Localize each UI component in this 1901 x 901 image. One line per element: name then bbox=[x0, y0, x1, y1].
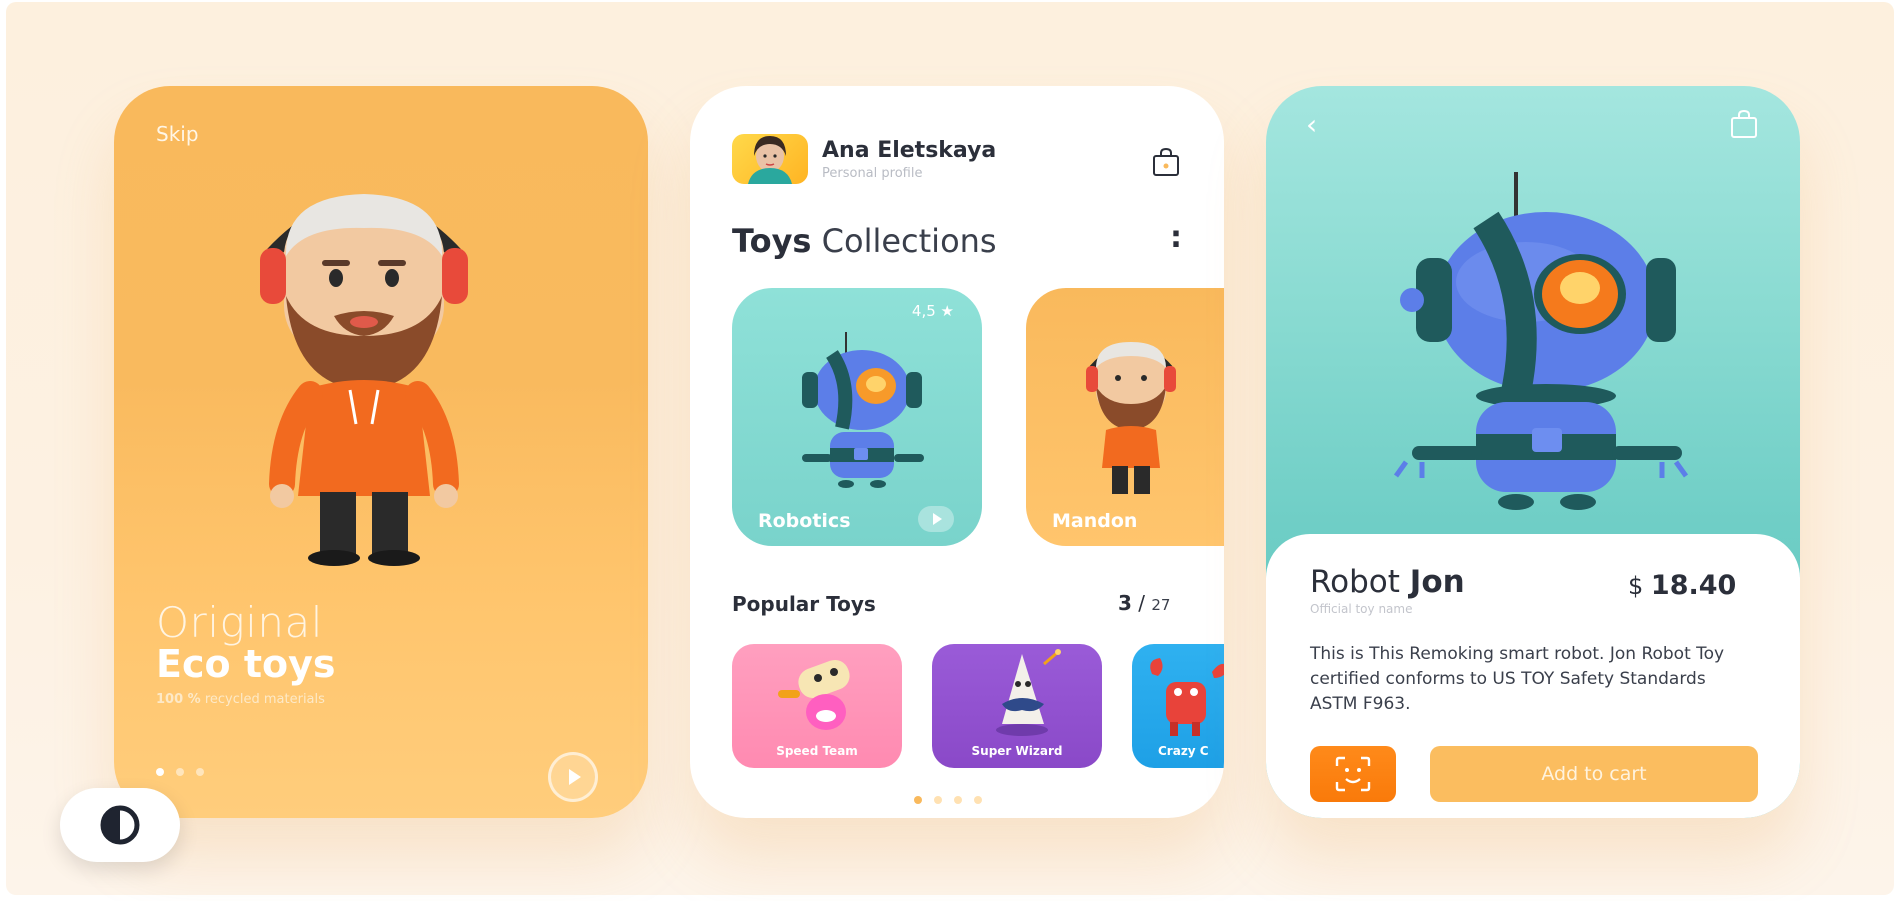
bearded-toy-figure bbox=[260, 194, 468, 566]
showcase-canvas: Skip Original Eco toys 100 % recycled ma… bbox=[6, 2, 1894, 895]
wizard-toy-image bbox=[996, 649, 1061, 736]
toy-card-speed-team[interactable]: Speed Team bbox=[732, 644, 902, 768]
page-dot[interactable] bbox=[954, 796, 962, 804]
collections-title-rest: Collections bbox=[821, 222, 997, 260]
product-detail-screen: ‹ Robot Jon Official toy name $ 18.40 Th… bbox=[1266, 86, 1800, 818]
robot-toy-image bbox=[802, 332, 924, 488]
crazy-crab-toy-image bbox=[1150, 658, 1224, 736]
user-role: Personal profile bbox=[822, 166, 923, 181]
more-options-icon[interactable]: : bbox=[1170, 220, 1182, 255]
toy-card-crazy[interactable]: Crazy C bbox=[1132, 644, 1224, 768]
product-price: $ 18.40 bbox=[1628, 570, 1736, 601]
page-indicator bbox=[914, 796, 982, 804]
play-icon bbox=[568, 769, 581, 785]
collection-label: Robotics bbox=[758, 510, 851, 532]
collection-card-mandon[interactable]: Mandon bbox=[1026, 288, 1224, 546]
face-scan-icon bbox=[1335, 756, 1371, 792]
add-to-cart-button[interactable]: Add to cart bbox=[1430, 746, 1758, 802]
product-name: Robot Jon bbox=[1310, 564, 1465, 600]
user-portrait-icon bbox=[748, 136, 792, 184]
subtitle-text: recycled materials bbox=[204, 692, 325, 707]
next-button[interactable] bbox=[548, 752, 598, 802]
toy-label: Crazy C bbox=[1158, 744, 1209, 758]
onboarding-title-line2: Eco toys bbox=[156, 642, 336, 686]
onboarding-screen: Skip Original Eco toys 100 % recycled ma… bbox=[114, 86, 648, 818]
shopping-bag-icon[interactable] bbox=[1150, 146, 1182, 178]
price-value: 18.40 bbox=[1650, 570, 1737, 601]
section-title-popular: Popular Toys bbox=[732, 592, 876, 616]
page-dot[interactable] bbox=[196, 768, 204, 776]
product-name-light: Robot bbox=[1310, 564, 1400, 600]
speed-team-toy-image bbox=[778, 659, 850, 730]
page-dot[interactable] bbox=[934, 796, 942, 804]
collections-screen: Ana Eletskaya Personal profile Toys Coll… bbox=[690, 86, 1224, 818]
chevron-left-icon[interactable]: ‹ bbox=[1306, 108, 1317, 141]
page-dot-active[interactable] bbox=[914, 796, 922, 804]
face-scan-button[interactable] bbox=[1310, 746, 1396, 802]
page-dot-active[interactable] bbox=[156, 768, 164, 776]
product-name-bold: Jon bbox=[1409, 564, 1465, 600]
counter-separator: / bbox=[1138, 591, 1146, 615]
counter-total: 27 bbox=[1151, 596, 1171, 614]
collection-label: Mandon bbox=[1052, 510, 1138, 532]
shopping-bag-icon[interactable] bbox=[1728, 108, 1760, 140]
play-icon bbox=[932, 513, 942, 525]
collection-card-robotics[interactable]: 4,5 ★ Robotics bbox=[732, 288, 982, 546]
robot-jon-image bbox=[1393, 172, 1689, 510]
popular-counter: 3 / 27 bbox=[1118, 591, 1170, 615]
avatar[interactable] bbox=[732, 134, 808, 184]
onboarding-title-line1: Original bbox=[156, 598, 323, 647]
product-subtitle: Official toy name bbox=[1310, 602, 1413, 616]
page-dot[interactable] bbox=[176, 768, 184, 776]
toy-card-super-wizard[interactable]: Super Wizard bbox=[932, 644, 1102, 768]
price-currency: $ bbox=[1628, 572, 1644, 600]
page-dot[interactable] bbox=[974, 796, 982, 804]
section-title-collections: Toys Collections bbox=[732, 222, 997, 260]
page-indicator bbox=[156, 768, 204, 776]
collections-title-bold: Toys bbox=[732, 222, 812, 260]
toy-label: Super Wizard bbox=[971, 744, 1063, 758]
skip-button[interactable]: Skip bbox=[156, 122, 199, 146]
theme-toggle-button[interactable] bbox=[60, 788, 180, 862]
subtitle-percent: 100 % bbox=[156, 692, 201, 707]
collection-play-button[interactable] bbox=[918, 506, 954, 532]
contrast-icon bbox=[100, 805, 140, 845]
bearded-toy-image bbox=[1086, 342, 1176, 494]
onboarding-subtitle: 100 % recycled materials bbox=[156, 692, 325, 707]
rating-badge: 4,5 ★ bbox=[911, 302, 954, 320]
user-name: Ana Eletskaya bbox=[822, 138, 997, 163]
product-description: This is This Remoking smart robot. Jon R… bbox=[1310, 644, 1725, 714]
counter-current: 3 bbox=[1118, 591, 1132, 615]
toy-label: Speed Team bbox=[776, 744, 858, 758]
